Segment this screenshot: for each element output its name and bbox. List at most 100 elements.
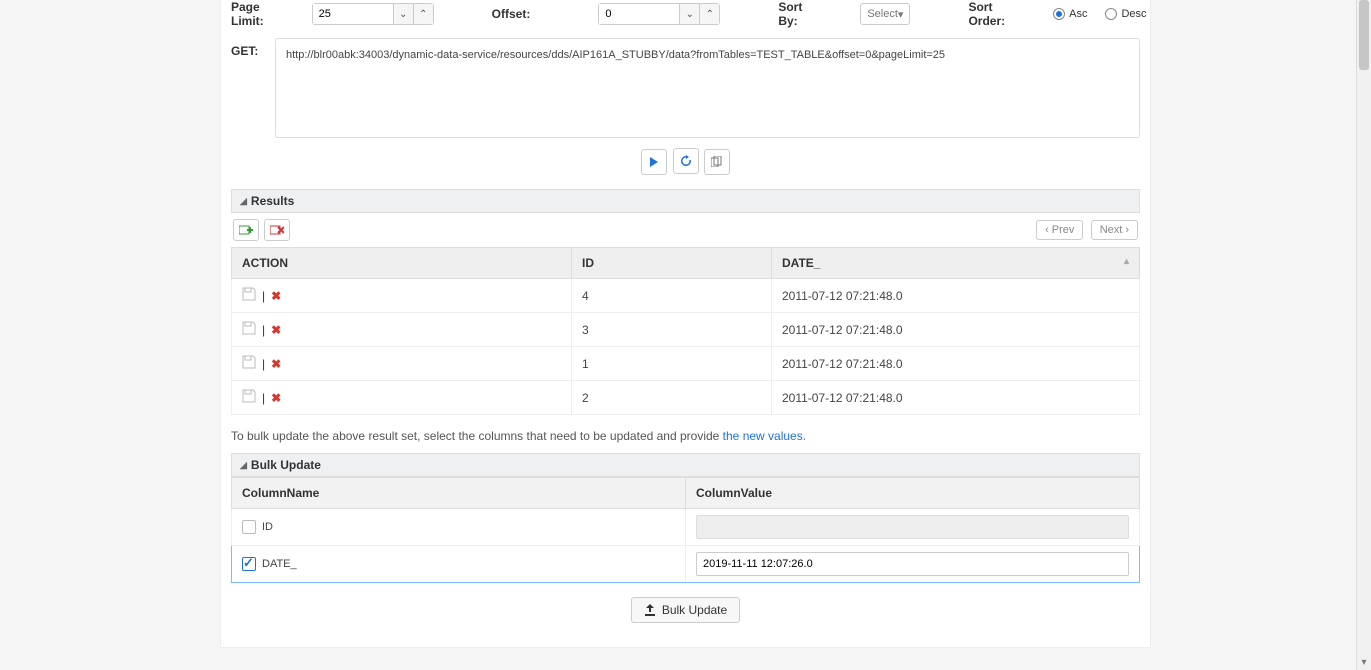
page-limit-down[interactable]: ⌄ <box>393 4 413 24</box>
scrollbar-thumb[interactable] <box>1359 0 1369 70</box>
bulk-col-value: ColumnValue <box>686 478 1140 509</box>
copy-icon <box>711 156 722 167</box>
next-button[interactable]: Next › <box>1091 220 1138 240</box>
radio-unselected-icon <box>1105 8 1117 20</box>
delete-row-button[interactable] <box>264 219 290 241</box>
save-row-icon[interactable] <box>242 389 256 406</box>
sortby-value: Select <box>867 8 898 20</box>
col-id[interactable]: ID <box>572 248 772 279</box>
cell-id: 4 <box>572 279 772 313</box>
bulk-hint-text: To bulk update the above result set, sel… <box>231 429 723 443</box>
sortorder-asc[interactable]: Asc <box>1053 8 1087 20</box>
table-row[interactable]: | ✖ 32011-07-12 07:21:48.0 <box>232 313 1140 347</box>
bulk-value-input[interactable] <box>696 552 1129 576</box>
refresh-icon <box>680 155 692 167</box>
save-row-icon[interactable] <box>242 321 256 338</box>
bulk-col-name-cell: ID <box>262 521 273 533</box>
divider: | <box>262 323 265 337</box>
chevron-right-icon: › <box>1125 224 1129 236</box>
add-row-button[interactable] <box>233 219 259 241</box>
request-row: GET: http://blr00abk:34003/dynamic-data-… <box>231 38 1140 138</box>
upload-icon <box>644 604 656 616</box>
bulk-actions: Bulk Update <box>231 583 1140 627</box>
page-limit-label: Page Limit: <box>231 0 264 28</box>
action-bar <box>231 148 1140 175</box>
request-url-text: http://blr00abk:34003/dynamic-data-servi… <box>286 49 945 61</box>
bulk-table: ColumnName ColumnValue ID DATE_ <box>231 477 1140 583</box>
cell-id: 1 <box>572 347 772 381</box>
table-row[interactable]: | ✖ 42011-07-12 07:21:48.0 <box>232 279 1140 313</box>
add-row-icon <box>239 224 253 236</box>
save-row-icon[interactable] <box>242 355 256 372</box>
divider: | <box>262 391 265 405</box>
divider: | <box>262 357 265 371</box>
prev-label: Prev <box>1052 224 1075 236</box>
results-title: Results <box>251 194 294 208</box>
bulk-update-label: Bulk Update <box>662 603 727 617</box>
main-panel: Page Limit: ⌄ ⌃ Offset: ⌄ ⌃ Sort By: Sel… <box>220 0 1151 648</box>
filter-bar: Page Limit: ⌄ ⌃ Offset: ⌄ ⌃ Sort By: Sel… <box>231 0 1140 38</box>
bulk-col-name: ColumnName <box>232 478 686 509</box>
table-row[interactable]: | ✖ 12011-07-12 07:21:48.0 <box>232 347 1140 381</box>
offset-up[interactable]: ⌃ <box>699 4 719 24</box>
delete-row-icon[interactable]: ✖ <box>271 357 281 371</box>
col-action[interactable]: ACTION <box>232 248 572 279</box>
radio-selected-icon <box>1053 8 1065 20</box>
cell-id: 2 <box>572 381 772 415</box>
delete-row-icon[interactable]: ✖ <box>271 323 281 337</box>
sortorder-label: Sort Order: <box>968 0 1005 28</box>
prev-button[interactable]: ‹ Prev <box>1036 220 1083 240</box>
collapse-icon: ◢ <box>240 460 247 471</box>
delete-row-icon[interactable]: ✖ <box>271 289 281 303</box>
request-url-box[interactable]: http://blr00abk:34003/dynamic-data-servi… <box>275 38 1140 138</box>
bulk-hint: To bulk update the above result set, sel… <box>231 429 1140 443</box>
sortorder-desc-label: Desc <box>1121 8 1146 20</box>
sortby-select[interactable]: Select ▾ <box>860 3 910 25</box>
bulk-col-name-cell: DATE_ <box>262 558 297 570</box>
offset-spinner[interactable]: ⌄ ⌃ <box>598 3 720 25</box>
vertical-scrollbar[interactable]: ▴ ▾ <box>1356 0 1371 670</box>
sortorder-desc[interactable]: Desc <box>1105 8 1146 20</box>
chevron-left-icon: ‹ <box>1045 224 1049 236</box>
http-method-label: GET: <box>231 38 265 138</box>
bulk-section-header[interactable]: ◢ Bulk Update <box>231 453 1140 477</box>
scroll-down-icon[interactable]: ▾ <box>1357 655 1371 670</box>
chevron-down-icon: ▾ <box>898 8 904 21</box>
bulk-row: ID <box>232 509 1140 546</box>
refresh-button[interactable] <box>673 148 699 174</box>
cell-date: 2011-07-12 07:21:48.0 <box>772 313 1140 347</box>
delete-row-icon[interactable]: ✖ <box>271 391 281 405</box>
page-limit-spinner[interactable]: ⌄ ⌃ <box>312 3 434 25</box>
cell-id: 3 <box>572 313 772 347</box>
save-row-icon[interactable] <box>242 287 256 304</box>
sortby-label: Sort By: <box>778 0 802 28</box>
table-row[interactable]: | ✖ 22011-07-12 07:21:48.0 <box>232 381 1140 415</box>
delete-row-icon <box>270 224 284 236</box>
cell-date: 2011-07-12 07:21:48.0 <box>772 347 1140 381</box>
next-label: Next <box>1100 224 1123 236</box>
results-toolbar: ‹ Prev Next › <box>231 213 1140 247</box>
bulk-checkbox[interactable] <box>242 520 256 534</box>
bulk-checkbox[interactable] <box>242 557 256 571</box>
cell-date: 2011-07-12 07:21:48.0 <box>772 381 1140 415</box>
bulk-value-input <box>696 515 1129 539</box>
sortorder-asc-label: Asc <box>1069 8 1087 20</box>
page-limit-input[interactable] <box>313 4 393 24</box>
collapse-icon: ◢ <box>240 196 247 207</box>
play-icon <box>649 157 659 167</box>
cell-date: 2011-07-12 07:21:48.0 <box>772 279 1140 313</box>
offset-label: Offset: <box>492 7 531 21</box>
offset-input[interactable] <box>599 4 679 24</box>
results-table: ACTION ID DATE_ |✖42011-07-12 07:21:48.0… <box>231 247 1140 415</box>
offset-down[interactable]: ⌄ <box>679 4 699 24</box>
run-button[interactable] <box>641 149 667 175</box>
page-limit-up[interactable]: ⌃ <box>413 4 433 24</box>
bulk-row: DATE_ <box>232 546 1140 583</box>
copy-button[interactable] <box>704 149 730 175</box>
results-section-header[interactable]: ◢ Results <box>231 189 1140 213</box>
bulk-update-button[interactable]: Bulk Update <box>631 597 740 623</box>
divider: | <box>262 289 265 303</box>
col-date[interactable]: DATE_ <box>772 248 1140 279</box>
bulk-title: Bulk Update <box>251 458 321 472</box>
bulk-hint-link[interactable]: the new values. <box>723 429 806 443</box>
